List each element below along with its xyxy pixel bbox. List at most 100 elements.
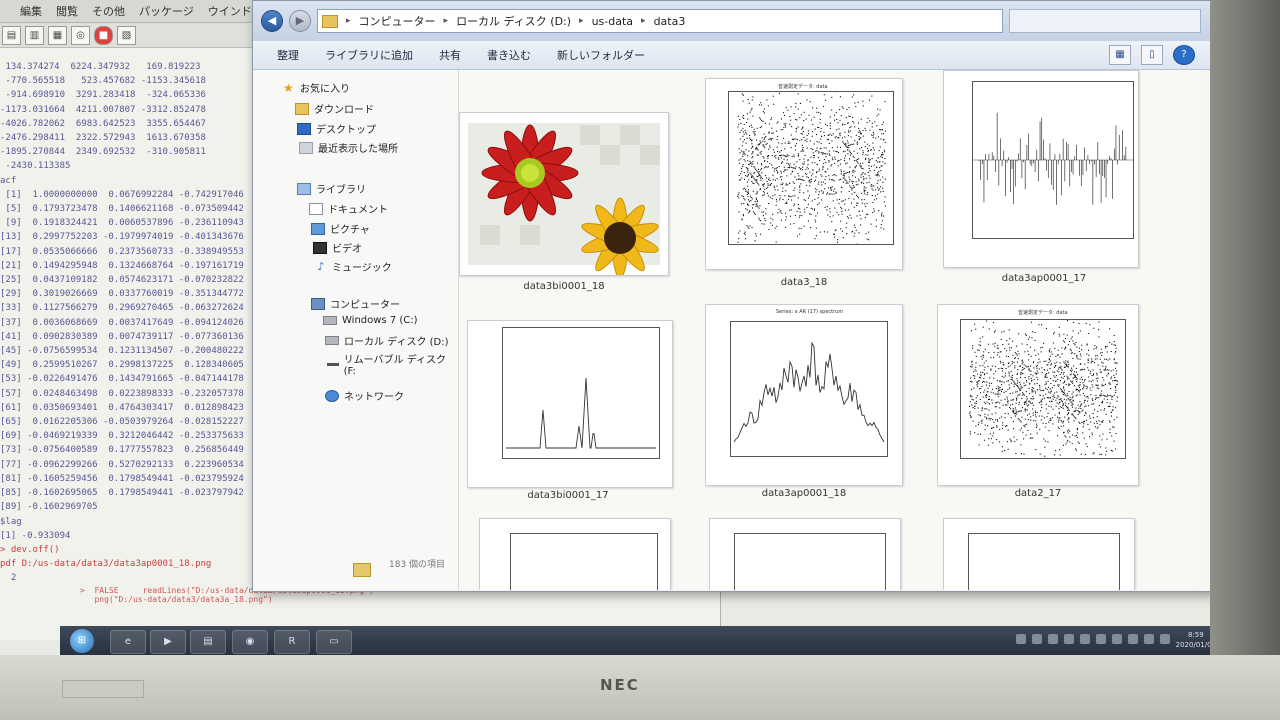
removable-drive-icon	[327, 362, 339, 366]
plot-title: Series: x AR (17) spectrum	[776, 309, 844, 315]
menu-item[interactable]: パッケージ	[139, 3, 194, 19]
chrome-icon[interactable]: ◉	[232, 630, 268, 654]
window-taskbar-icon[interactable]: ▭	[316, 630, 352, 654]
nav-drive-f[interactable]: リムーバブル ディスク (F:	[327, 351, 458, 377]
back-button[interactable]: ◀	[261, 10, 283, 32]
share-button[interactable]: 共有	[439, 47, 461, 63]
explorer-taskbar-icon[interactable]: ▤	[190, 630, 226, 654]
file-name[interactable]: data2_17	[933, 488, 1143, 499]
print-icon[interactable]: ▧	[117, 25, 136, 45]
preview-pane-icon[interactable]: ▯	[1141, 45, 1163, 65]
nav-videos[interactable]: ビデオ	[313, 240, 362, 255]
file-name[interactable]: data3bi0001_18	[459, 281, 669, 292]
nav-recent[interactable]: 最近表示した場所	[299, 140, 398, 155]
tray-icon[interactable]	[1128, 634, 1138, 644]
file-name[interactable]: data3ap0001_17	[939, 273, 1149, 284]
tray-icon[interactable]	[1048, 634, 1058, 644]
load-icon[interactable]: ▥	[25, 25, 44, 45]
nav-desktop[interactable]: デスクトップ	[297, 121, 376, 136]
status-item-count: 183 個の項目	[389, 560, 446, 570]
chevron-right-icon: ▸	[346, 16, 351, 26]
document-icon	[309, 202, 323, 215]
forward-button[interactable]: ▶	[289, 10, 311, 32]
explorer-window: ◀ ▶ ▸ コンピューター ▸ ローカル ディスク (D:) ▸ us-data…	[252, 0, 1214, 592]
plot-title: 音速測定データ: data	[778, 84, 828, 90]
open-icon[interactable]: ▤	[2, 25, 21, 45]
file-thumbnail[interactable]	[943, 518, 1135, 590]
drive-icon	[325, 336, 339, 345]
scatter-plot	[728, 72, 894, 265]
menu-item[interactable]: 編集	[20, 3, 42, 19]
file-thumbnail[interactable]: 音速測定データ: data	[937, 303, 1139, 486]
scatter-plot	[960, 303, 1126, 474]
file-name[interactable]: data3ap0001_18	[699, 488, 909, 499]
recent-places-icon	[299, 141, 313, 154]
address-box[interactable]: ▸ コンピューター ▸ ローカル ディスク (D:) ▸ us-data ▸ d…	[317, 9, 1003, 33]
library-icon	[297, 182, 311, 195]
file-thumbnail[interactable]: 音速測定データ: data	[705, 72, 903, 270]
pictures-icon	[311, 222, 325, 235]
burn-button[interactable]: 書き込む	[487, 47, 531, 63]
media-player-icon[interactable]: ▶	[150, 630, 186, 654]
search-input[interactable]	[1009, 9, 1201, 33]
menu-item[interactable]: その他	[92, 3, 125, 19]
flower-image	[468, 123, 660, 279]
chevron-right-icon: ▸	[641, 16, 646, 26]
breadcrumb-item[interactable]: コンピューター	[359, 13, 436, 29]
tray-icon[interactable]	[1160, 634, 1170, 644]
file-view: data3bi0001_18 音速測定データ: data data3_18 da…	[459, 70, 1199, 590]
address-bar-row: ◀ ▶ ▸ コンピューター ▸ ローカル ディスク (D:) ▸ us-data…	[253, 1, 1213, 41]
monitor-brand-logo: NEC	[600, 676, 640, 694]
file-name[interactable]: data3bi0001_17	[463, 490, 673, 501]
nav-drive-c[interactable]: Windows 7 (C:)	[323, 315, 418, 326]
stop-icon[interactable]: ■	[94, 25, 113, 45]
spectrum-plot-canvas	[733, 341, 885, 443]
file-thumbnail[interactable]: Series: x AR (17) spectrum	[705, 304, 903, 486]
menu-item[interactable]: 閲覧	[56, 3, 78, 19]
nav-drive-d[interactable]: ローカル ディスク (D:)	[325, 333, 449, 348]
file-thumbnail[interactable]	[479, 518, 671, 590]
desktop-icon	[297, 122, 311, 135]
r-gui-icon[interactable]: R	[274, 630, 310, 654]
tray-icon[interactable]	[1016, 634, 1026, 644]
tray-icon[interactable]	[1080, 634, 1090, 644]
file-thumbnail[interactable]	[467, 320, 673, 488]
nav-music[interactable]: ♪ ミュージック	[315, 259, 391, 275]
scatter-plot-canvas	[969, 303, 1118, 474]
plot-preview	[510, 533, 658, 590]
nav-pictures[interactable]: ピクチャ	[311, 221, 370, 236]
taskbar: ⊞ e ▶ ▤ ◉ R ▭ 8:59 2020/01/01	[60, 626, 1230, 655]
start-button[interactable]: ⊞	[70, 629, 94, 653]
nav-computer[interactable]: コンピューター	[311, 296, 400, 311]
save-icon[interactable]: ▦	[48, 25, 67, 45]
file-thumbnail[interactable]	[943, 70, 1139, 268]
help-icon[interactable]: ?	[1173, 45, 1195, 65]
breadcrumb-item[interactable]: us-data	[592, 15, 633, 28]
tray-icon[interactable]	[1064, 634, 1074, 644]
tray-icon[interactable]	[1112, 634, 1122, 644]
nav-favorites[interactable]: ★ お気に入り	[283, 80, 350, 96]
video-icon	[313, 241, 327, 254]
chevron-right-icon: ▸	[443, 16, 449, 26]
command-bar: 整理 ライブラリに追加 共有 書き込む 新しいフォルダー ▦ ▯ ?	[253, 41, 1213, 70]
ie-icon[interactable]: e	[110, 630, 146, 654]
tray-icon[interactable]	[1032, 634, 1042, 644]
tray-icon[interactable]	[1144, 634, 1154, 644]
nav-documents[interactable]: ドキュメント	[309, 201, 388, 216]
tray-icon[interactable]	[1096, 634, 1106, 644]
chevron-right-icon: ▸	[579, 16, 584, 26]
file-thumbnail[interactable]	[709, 518, 901, 590]
system-tray	[1016, 634, 1170, 644]
view-options-icon[interactable]: ▦	[1109, 45, 1131, 65]
breadcrumb-item[interactable]: ローカル ディスク (D:)	[456, 13, 571, 29]
file-name[interactable]: data3_18	[699, 277, 909, 288]
nav-libraries[interactable]: ライブラリ	[297, 181, 366, 196]
copy-icon[interactable]: ◎	[71, 25, 90, 45]
breadcrumb-item[interactable]: data3	[654, 15, 686, 28]
organize-button[interactable]: 整理	[277, 47, 299, 63]
new-folder-button[interactable]: 新しいフォルダー	[557, 47, 645, 63]
nav-network[interactable]: ネットワーク	[325, 388, 404, 403]
file-thumbnail[interactable]	[459, 112, 669, 279]
add-to-library-button[interactable]: ライブラリに追加	[325, 47, 413, 63]
nav-downloads[interactable]: ダウンロード	[295, 101, 374, 116]
